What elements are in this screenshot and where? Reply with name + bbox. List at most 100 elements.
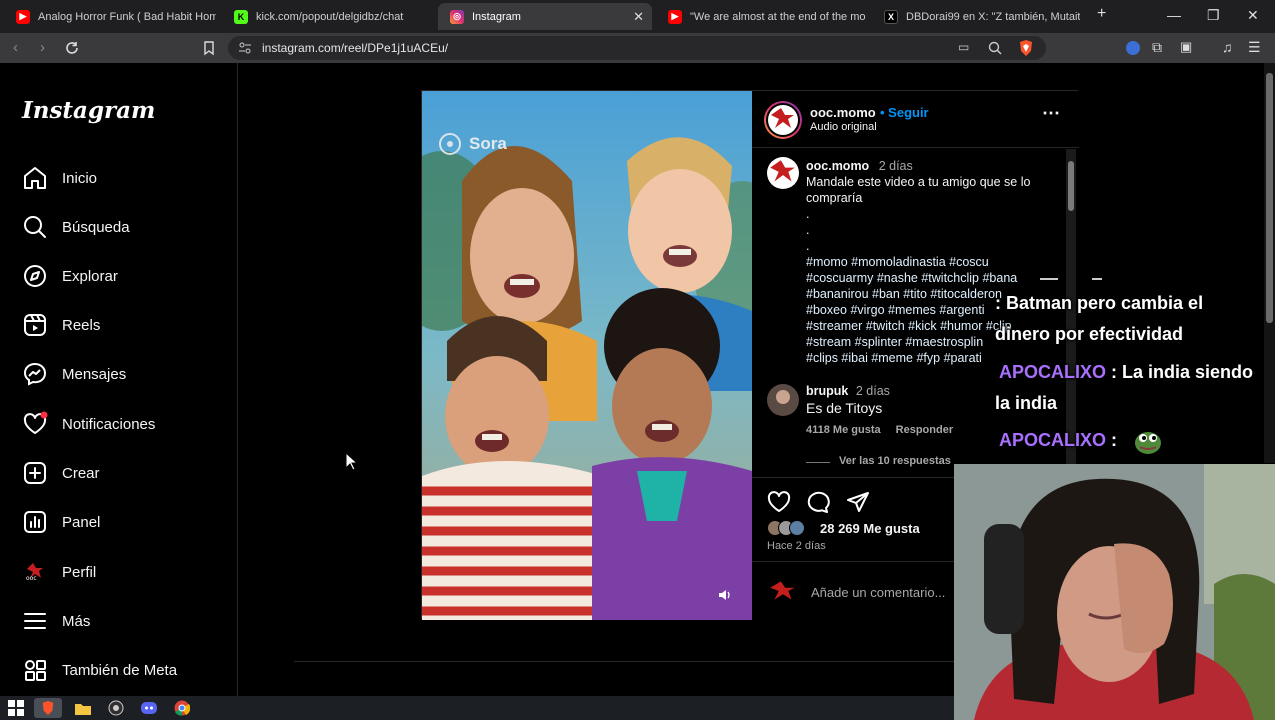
tab-x-post[interactable]: X DBDorai99 en X: "Z también, Mutait: [872, 3, 1080, 30]
tab-kick-chat[interactable]: K kick.com/popout/delgidbz/chat: [222, 3, 434, 30]
forward-icon[interactable]: ›: [40, 39, 45, 56]
page-scroll-thumb[interactable]: [1266, 73, 1273, 323]
cast-icon[interactable]: ▭: [958, 40, 969, 54]
comment-username[interactable]: brupuk: [806, 384, 848, 398]
back-icon[interactable]: ‹: [13, 39, 18, 56]
audio-label[interactable]: Audio original: [810, 121, 877, 133]
close-window-icon[interactable]: ✕: [1247, 7, 1259, 24]
nav-also-from-meta[interactable]: También de Meta: [22, 655, 177, 685]
nav-search[interactable]: Búsqueda: [22, 212, 130, 242]
nav-explore[interactable]: Explorar: [22, 261, 118, 291]
chat-line: la india: [995, 393, 1057, 414]
caption-dot: .: [806, 239, 810, 253]
webcam-feed: [954, 464, 1275, 720]
wallet-icon[interactable]: ▣: [1180, 39, 1192, 55]
nav-profile[interactable]: ooc Perfil: [22, 557, 96, 587]
taskbar-brave-icon[interactable]: [34, 698, 62, 718]
chat-text: la india: [995, 393, 1058, 413]
caption-avatar[interactable]: [767, 157, 799, 189]
menu-icon[interactable]: ☰: [1248, 39, 1261, 56]
nav-notifications[interactable]: Notificaciones: [22, 409, 155, 439]
taskbar-discord-icon[interactable]: [135, 698, 163, 718]
comment-time: 2 días: [855, 384, 890, 398]
post-date: Hace 2 días: [767, 540, 826, 552]
menu-icon: [24, 613, 46, 629]
browser-toolbar: ‹ › instagram.com/reel/DPe1j1uACEu/ ▭ ⧉ …: [0, 33, 1275, 63]
bookmark-icon[interactable]: [201, 40, 217, 56]
url-text: instagram.com/reel/DPe1j1uACEu/: [262, 41, 449, 55]
scroll-thumb[interactable]: [1068, 161, 1074, 211]
compass-icon: [24, 265, 46, 287]
sora-watermark: Sora: [469, 134, 507, 153]
share-icon[interactable]: [846, 491, 870, 513]
like-icon[interactable]: [767, 491, 791, 513]
likes-count[interactable]: 28 269 Me gusta: [820, 521, 920, 536]
x-icon: X: [884, 9, 898, 24]
caption-time: 2 días: [878, 159, 913, 173]
chat-line: APOCALIXO :: [999, 430, 1117, 451]
nav-messages[interactable]: Mensajes: [22, 359, 126, 389]
windows-start-icon[interactable]: [8, 700, 24, 716]
liker-avatars[interactable]: [767, 520, 819, 536]
caption-username[interactable]: ooc.momo: [806, 159, 869, 173]
extensions-icon[interactable]: ⧉: [1152, 39, 1162, 56]
nav-home[interactable]: Inicio: [22, 163, 97, 193]
video-frame: [422, 91, 752, 620]
tab-youtube-end[interactable]: ▶ "We are almost at the end of the mo: [656, 3, 868, 30]
taskbar-folder-icon[interactable]: [69, 698, 97, 718]
hashtags-line[interactable]: #momo #momoladinastia #coscu: [806, 254, 1046, 270]
windows-taskbar: [0, 696, 954, 720]
media-icon[interactable]: ♫: [1222, 39, 1233, 55]
view-replies-button[interactable]: Ver las 10 respuestas: [839, 455, 951, 467]
chat-text: dinero por efectividad: [995, 324, 1184, 344]
heart-icon: [23, 411, 48, 434]
nav-panel[interactable]: Panel: [22, 507, 100, 537]
comment-icon[interactable]: [806, 491, 830, 513]
nav-create[interactable]: Crear: [22, 458, 100, 488]
chat-text: : La india siendo: [1106, 362, 1254, 382]
caption-dot: .: [806, 223, 810, 237]
streamer-webcam: [954, 464, 1275, 720]
brave-shield-icon[interactable]: [1018, 39, 1034, 57]
site-settings-icon[interactable]: [238, 41, 252, 55]
reel-video[interactable]: Sora: [422, 91, 752, 620]
kick-icon: K: [234, 9, 248, 24]
page-scrollbar[interactable]: [1264, 63, 1275, 463]
volume-icon[interactable]: [718, 588, 732, 602]
add-comment-input[interactable]: Añade un comentario...: [811, 585, 945, 600]
mouse-cursor-icon: [345, 452, 358, 471]
taskbar-obs-icon[interactable]: [102, 698, 130, 718]
comment-avatar[interactable]: [767, 384, 799, 416]
more-options-icon[interactable]: ⋯: [1042, 103, 1060, 124]
avatar: ooc: [24, 563, 46, 582]
close-tab-icon[interactable]: ✕: [633, 9, 644, 25]
home-icon: [24, 167, 46, 189]
youtube-icon: ▶: [16, 9, 30, 24]
chat-decoration: [1092, 278, 1102, 280]
zoom-icon[interactable]: [988, 41, 1002, 55]
taskbar-chrome-icon[interactable]: [168, 698, 196, 718]
author-avatar[interactable]: [764, 101, 802, 139]
address-bar[interactable]: instagram.com/reel/DPe1j1uACEu/ ▭: [228, 36, 1046, 60]
chat-username: APOCALIXO: [999, 362, 1107, 382]
tab-instagram[interactable]: ◎ Instagram ✕: [438, 3, 652, 30]
restore-icon[interactable]: ❐: [1207, 7, 1220, 24]
vpn-icon[interactable]: [1126, 41, 1140, 55]
nav-reels[interactable]: Reels: [22, 310, 100, 340]
comment-likes[interactable]: 4118 Me gusta: [806, 424, 881, 436]
pepe-emote-icon: [1135, 432, 1161, 454]
author-username[interactable]: ooc.momo: [810, 105, 876, 120]
nav-more[interactable]: Más: [22, 606, 90, 636]
minimize-icon[interactable]: —: [1167, 7, 1181, 23]
chat-username: APOCALIXO: [999, 430, 1107, 450]
chat-line: : Batman pero cambia el: [995, 293, 1203, 314]
messenger-icon: [23, 362, 47, 386]
follow-button[interactable]: • Seguir: [880, 105, 929, 120]
chat-line: dinero por efectividad: [995, 324, 1183, 345]
reply-button[interactable]: Responder: [896, 424, 953, 436]
instagram-logo[interactable]: Instagram: [22, 97, 155, 124]
tab-youtube-analog-horror[interactable]: ▶ Analog Horror Funk ( Bad Habit Hom: [4, 3, 216, 30]
new-tab-button[interactable]: +: [1097, 5, 1106, 23]
hashtags-line[interactable]: #coscuarmy #nashe #twitchclip #bana: [806, 270, 1046, 286]
reload-icon[interactable]: [64, 40, 80, 56]
